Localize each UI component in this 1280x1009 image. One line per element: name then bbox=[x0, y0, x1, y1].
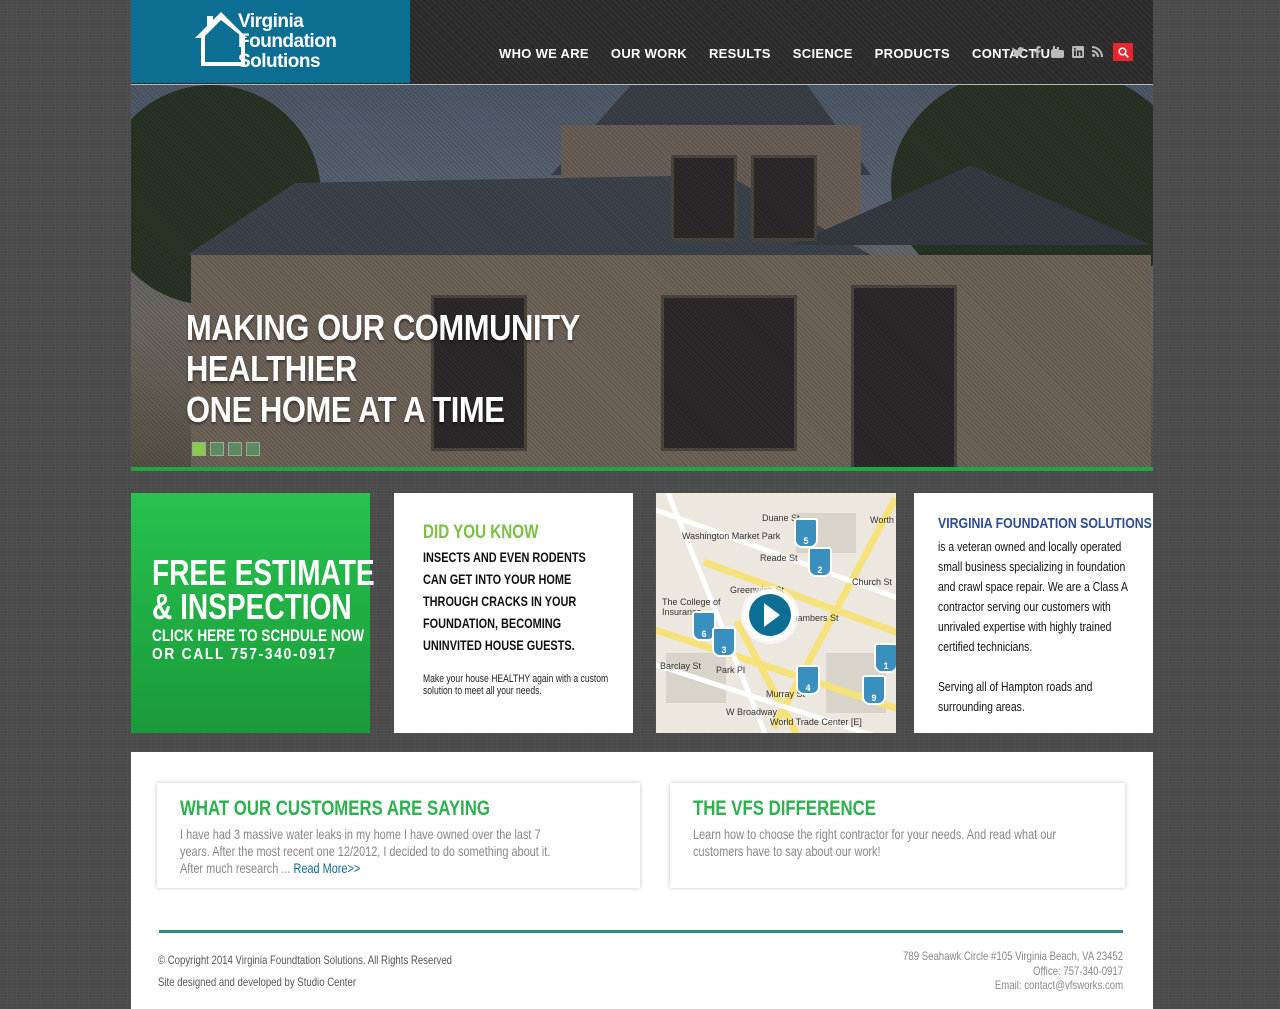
video-play-button[interactable] bbox=[744, 589, 796, 641]
did-you-know-box: DID YOU KNOW INSECTS AND EVEN RODENTS CA… bbox=[394, 493, 633, 733]
main-nav: WHO WE ARE OUR WORK RESULTS SCIENCE PROD… bbox=[499, 46, 1081, 61]
map-pin[interactable]: 1 bbox=[874, 643, 896, 673]
slider-dot[interactable] bbox=[228, 442, 242, 456]
nav-who-we-are[interactable]: WHO WE ARE bbox=[499, 46, 589, 61]
estimate-line-2: & INSPECTION bbox=[152, 586, 352, 627]
map-pin[interactable]: 9 bbox=[862, 675, 886, 705]
hero-slider: MAKING OUR COMMUNITY HEALTHIER ONE HOME … bbox=[131, 85, 1153, 467]
nav-science[interactable]: SCIENCE bbox=[793, 46, 853, 61]
search-icon bbox=[1117, 46, 1129, 58]
hero-line-2: HEALTHIER bbox=[186, 348, 357, 389]
did-you-know-small: Make your house HEALTHY again with a cus… bbox=[423, 673, 609, 697]
footer-email[interactable]: Email: contact@vfsworks.com bbox=[903, 978, 1123, 993]
hero-headline: MAKING OUR COMMUNITY HEALTHIER ONE HOME … bbox=[186, 307, 644, 430]
about-box: VIRGINIA FOUNDATION SOLUTIONS is a veter… bbox=[914, 493, 1153, 733]
slider-dot[interactable] bbox=[192, 442, 206, 456]
social-links bbox=[1011, 45, 1104, 58]
testimonials-title: WHAT OUR CUSTOMERS ARE SAYING bbox=[180, 797, 490, 820]
about-body: is a veteran owned and locally operated … bbox=[938, 539, 1128, 654]
footer-phone: Office: 757-340-0917 bbox=[1032, 963, 1123, 978]
youtube-icon[interactable] bbox=[1051, 45, 1064, 58]
vfs-difference-title: THE VFS DIFFERENCE bbox=[693, 797, 876, 820]
map-label: Reade St bbox=[760, 553, 798, 563]
slider-dot[interactable] bbox=[246, 442, 260, 456]
did-you-know-title: DID YOU KNOW bbox=[423, 522, 539, 543]
about-title: VIRGINIA FOUNDATION SOLUTIONS bbox=[938, 515, 1152, 532]
map-label: World Trade Center [E] bbox=[770, 717, 862, 727]
map-pin[interactable]: 3 bbox=[712, 627, 736, 657]
hero-line-1: MAKING OUR COMMUNITY bbox=[186, 307, 580, 348]
nav-products[interactable]: PRODUCTS bbox=[875, 46, 950, 61]
about-service-area: Serving all of Hampton roads and surroun… bbox=[938, 679, 1093, 714]
video-map-box[interactable]: Washington Market Park Duane St Reade St… bbox=[656, 493, 896, 733]
lower-section: WHAT OUR CUSTOMERS ARE SAYING I have had… bbox=[131, 752, 1153, 1009]
vfs-difference-body: Learn how to choose the right contractor… bbox=[693, 826, 1057, 859]
map-label: Worth St bbox=[870, 515, 896, 525]
nav-results[interactable]: RESULTS bbox=[709, 46, 771, 61]
nav-our-work[interactable]: OUR WORK bbox=[611, 46, 687, 61]
hero-bottom-bar bbox=[131, 467, 1153, 471]
site-credit[interactable]: Site designed and developed by Studio Ce… bbox=[158, 971, 452, 993]
linkedin-icon[interactable] bbox=[1071, 45, 1084, 58]
header: Virginia Foundation Solutions WHO WE ARE… bbox=[131, 0, 1153, 85]
footer-address: 789 Seahawk Circle #105 Virginia Beach, … bbox=[902, 949, 1123, 963]
play-icon bbox=[764, 603, 780, 627]
twitter-icon[interactable] bbox=[1011, 45, 1024, 58]
map-pin[interactable]: 4 bbox=[796, 665, 820, 695]
facebook-icon[interactable] bbox=[1031, 45, 1044, 58]
footer-divider bbox=[159, 930, 1123, 933]
footer-contact: 789 Seahawk Circle #105 Virginia Beach, … bbox=[903, 949, 1123, 993]
free-estimate-cta[interactable]: FREE ESTIMATE & INSPECTION CLICK HERE TO… bbox=[131, 493, 375, 733]
rss-icon[interactable] bbox=[1091, 45, 1104, 58]
did-you-know-body: INSECTS AND EVEN RODENTS CAN GET INTO YO… bbox=[423, 549, 586, 653]
vfs-difference-card: THE VFS DIFFERENCE Learn how to choose t… bbox=[670, 783, 1125, 888]
map-label: Church St bbox=[852, 577, 893, 587]
estimate-schedule-link[interactable]: CLICK HERE TO SCHDULE NOW bbox=[152, 626, 364, 646]
hero-line-3: ONE HOME AT A TIME bbox=[186, 389, 505, 430]
logo-line-1: Virginia bbox=[238, 11, 304, 32]
testimonials-body: I have had 3 massive water leaks in my h… bbox=[180, 826, 570, 877]
map-label: W Broadway bbox=[726, 707, 778, 717]
map-pin[interactable]: 2 bbox=[808, 547, 832, 577]
map-label: Barclay St bbox=[660, 661, 702, 671]
estimate-phone: OR CALL 757-340-0917 bbox=[152, 646, 337, 663]
map-pin[interactable]: 5 bbox=[794, 518, 818, 548]
slider-dot[interactable] bbox=[210, 442, 224, 456]
logo-line-3: Solutions bbox=[238, 51, 321, 72]
map-label: Washington Market Park bbox=[682, 531, 781, 541]
logo-line-2: Foundation bbox=[238, 31, 337, 52]
slider-dots bbox=[192, 442, 260, 456]
footer-left: © Copyright 2014 Virginia Foundtation So… bbox=[158, 949, 452, 993]
testimonials-card: WHAT OUR CUSTOMERS ARE SAYING I have had… bbox=[157, 783, 640, 888]
read-more-link[interactable]: Read More>> bbox=[293, 860, 360, 876]
logo[interactable]: Virginia Foundation Solutions bbox=[131, 0, 410, 83]
map-label: Park Pl bbox=[716, 665, 746, 675]
testimonial-text: I have had 3 massive water leaks in my h… bbox=[180, 826, 551, 876]
search-button[interactable] bbox=[1113, 43, 1133, 61]
copyright: © Copyright 2014 Virginia Foundtation So… bbox=[158, 953, 452, 967]
